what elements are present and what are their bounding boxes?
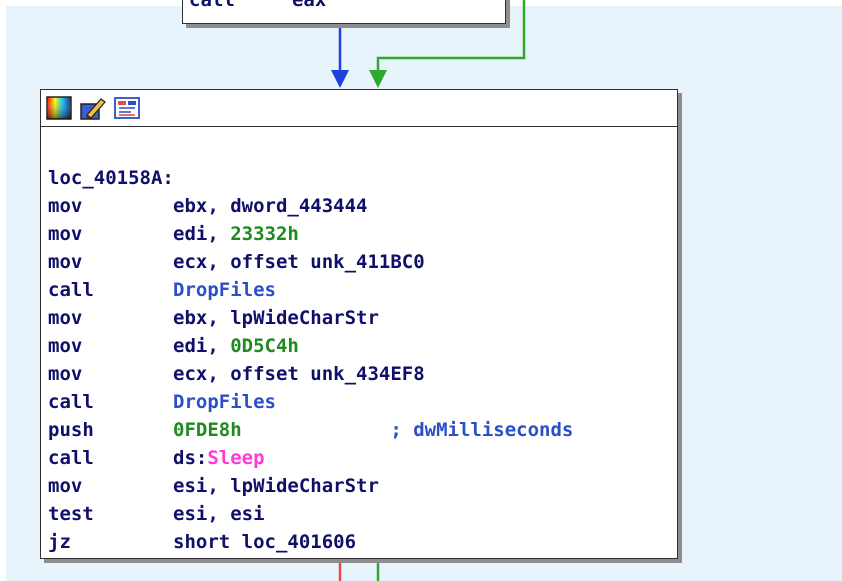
symbol-name[interactable]: DropFiles [173,391,276,413]
location-label-row[interactable]: loc_40158A: [48,164,573,192]
mnemonic: mov [48,307,83,329]
instruction-row[interactable]: mov edi, 0D5C4h [48,332,573,360]
operand-text: esi, esi [173,503,265,525]
operand-text: esi, lpWideCharStr [173,475,379,497]
immediate-value: 23332h [230,223,299,245]
instruction-row[interactable]: call ds:Sleep [48,444,573,472]
instruction-row[interactable]: mov edi, 23332h [48,220,573,248]
instruction-row: call eax [189,0,326,11]
immediate-value: 0FDE8h [173,419,242,441]
mnemonic: mov [48,335,83,357]
operand-text: edi, [173,223,231,245]
operand-text: edi, [173,335,231,357]
edge-arrowhead-blue [331,70,349,88]
mnemonic: call [48,447,94,469]
graph-node-previous[interactable]: call eax [182,0,506,24]
symbol-name[interactable]: Sleep [207,447,264,469]
comment: ; dwMilliseconds [241,419,574,441]
operand: ds:Sleep [173,444,265,472]
node-toolbar [41,90,677,127]
operand-text: ebx, dword_443444 [173,195,368,217]
operand: edi, 23332h [173,220,299,248]
edge-arrowhead-green [369,70,387,88]
mnemonic: call [48,391,94,413]
operand: 0FDE8h ; dwMilliseconds [173,416,573,444]
instruction-row[interactable]: push 0FDE8h ; dwMilliseconds [48,416,573,444]
operand: DropFiles [173,276,276,304]
mnemonic: mov [48,475,83,497]
instruction-row[interactable]: mov ebx, lpWideCharStr [48,304,573,332]
instruction-row[interactable]: test esi, esi [48,500,573,528]
mnemonic: mov [48,195,83,217]
operand-text: ecx, offset unk_434EF8 [173,363,425,385]
color-palette-icon[interactable] [45,95,73,121]
operand: ebx, lpWideCharStr [173,304,379,332]
mnemonic: push [48,419,94,441]
mnemonic: call [189,0,235,11]
operand: esi, esi [173,500,265,528]
edit-pencil-icon[interactable] [79,95,107,121]
instruction-row[interactable]: mov ecx, offset unk_411BC0 [48,248,573,276]
operand: ecx, offset unk_411BC0 [173,248,425,276]
mnemonic: jz [48,531,71,553]
immediate-value: 0D5C4h [230,335,299,357]
operand-text: ds: [173,447,208,469]
operand: ecx, offset unk_434EF8 [173,360,425,388]
graph-view-icon[interactable] [113,95,141,121]
mnemonic: mov [48,223,83,245]
operand: ebx, dword_443444 [173,192,367,220]
operand-text: ebx, lpWideCharStr [173,307,379,329]
symbol-name[interactable]: DropFiles [173,279,276,301]
instruction-row[interactable]: call DropFiles [48,388,573,416]
operand: short loc_401606 [173,528,356,556]
mnemonic: call [48,279,94,301]
instruction-row[interactable]: mov ecx, offset unk_434EF8 [48,360,573,388]
instruction-row[interactable]: mov ebx, dword_443444 [48,192,573,220]
mnemonic: mov [48,251,83,273]
mnemonic: mov [48,363,83,385]
operand: esi, lpWideCharStr [173,472,379,500]
location-label: loc_40158A: [48,167,174,189]
disassembly-listing[interactable]: loc_40158A: mov ebx, dword_443444 mov edi, … [48,164,573,556]
operand: DropFiles [173,388,276,416]
graph-node-loc-40158a[interactable]: loc_40158A: mov ebx, dword_443444 mov edi, … [40,89,678,559]
instruction-row[interactable]: mov esi, lpWideCharStr [48,472,573,500]
mnemonic: test [48,503,94,525]
operand: eax [291,0,327,11]
operand-text: short loc_401606 [173,531,357,553]
operand-text: ecx, offset unk_411BC0 [173,251,425,273]
instruction-row[interactable]: call DropFiles [48,276,573,304]
operand: edi, 0D5C4h [173,332,299,360]
instruction-row[interactable]: jz short loc_401606 [48,528,573,556]
